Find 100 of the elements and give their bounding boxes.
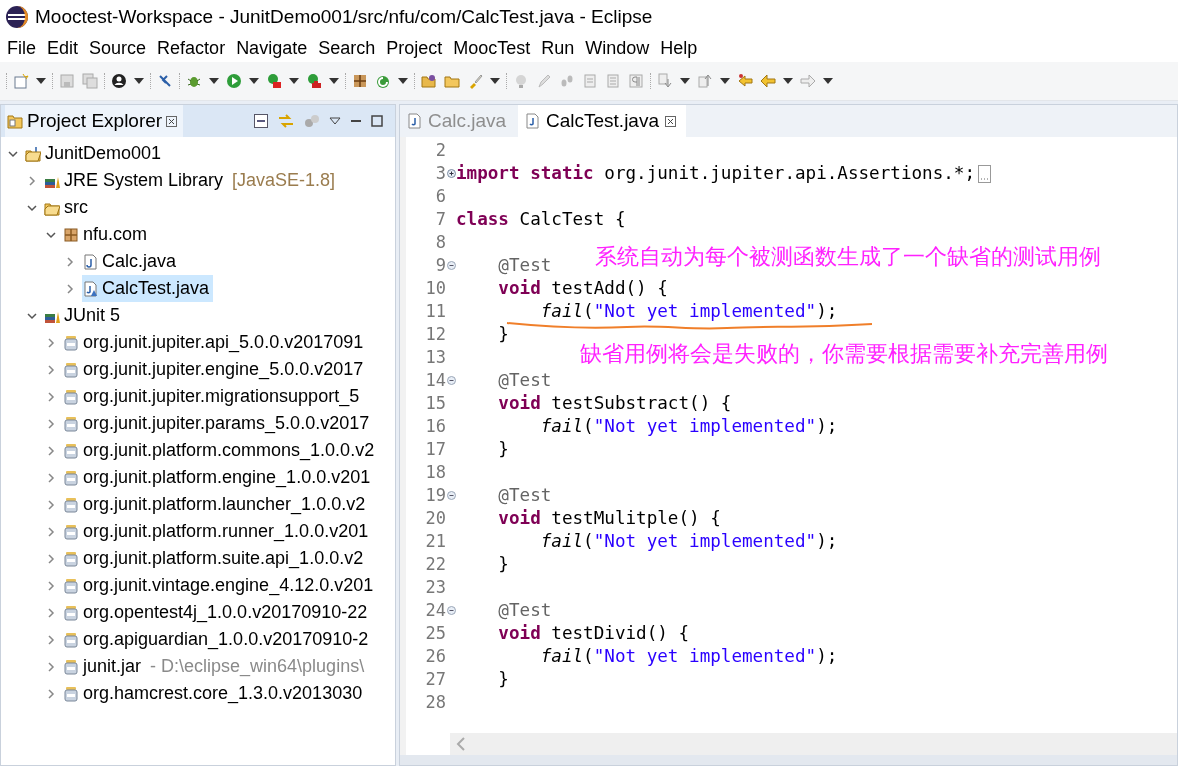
- tree-item[interactable]: org.junit.platform.commons_1.0.0.v2: [63, 437, 379, 464]
- chevron-right-icon[interactable]: [45, 498, 57, 511]
- tree-item[interactable]: JunitDemo001: [25, 140, 166, 167]
- tree-item[interactable]: nfu.com: [63, 221, 152, 248]
- collapse-all-icon[interactable]: [254, 114, 268, 128]
- close-icon[interactable]: [665, 115, 676, 127]
- menu-item[interactable]: Window: [585, 37, 661, 59]
- chevron-right-icon[interactable]: [45, 363, 57, 376]
- scroll-left-icon[interactable]: [456, 737, 466, 751]
- dropdown-caret-icon[interactable]: [36, 78, 46, 84]
- menu-item[interactable]: Source: [89, 37, 158, 59]
- dropdown-caret-icon[interactable]: [289, 78, 299, 84]
- tree-item[interactable]: org.junit.platform.launcher_1.0.0.v2: [63, 491, 370, 518]
- pen-icon[interactable]: [536, 73, 552, 89]
- person-icon[interactable]: [111, 73, 127, 89]
- close-icon[interactable]: [166, 115, 178, 127]
- dropdown-caret-icon[interactable]: [720, 78, 730, 84]
- refresh-icon[interactable]: [375, 73, 391, 89]
- back-arrow-icon[interactable]: [737, 73, 753, 89]
- chevron-right-icon[interactable]: [45, 444, 57, 457]
- maximize-icon[interactable]: [371, 115, 383, 127]
- run-icon[interactable]: [226, 73, 242, 89]
- chevron-right-icon[interactable]: [45, 417, 57, 430]
- chevron-right-icon[interactable]: [45, 336, 57, 349]
- tree-item[interactable]: org.junit.jupiter.migrationsupport_5: [63, 383, 364, 410]
- folded-block-icon[interactable]: [978, 164, 992, 183]
- chevron-right-icon[interactable]: [64, 282, 76, 295]
- lightbulb-icon[interactable]: [513, 73, 529, 89]
- run-external-icon[interactable]: [306, 73, 322, 89]
- dropdown-caret-icon[interactable]: [680, 78, 690, 84]
- chevron-right-icon[interactable]: [45, 525, 57, 538]
- tree-item[interactable]: org.junit.jupiter.params_5.0.0.v2017: [63, 410, 374, 437]
- horizontal-scrollbar[interactable]: [450, 733, 1177, 755]
- menu-item[interactable]: Project: [386, 37, 454, 59]
- open-folder-icon[interactable]: [421, 73, 437, 89]
- save-all-icon[interactable]: [82, 73, 98, 89]
- up-arrow-icon[interactable]: [697, 73, 713, 89]
- tree-item[interactable]: org.apiguardian_1.0.0.v20170910-2: [63, 626, 373, 653]
- menu-item[interactable]: MoocTest: [453, 37, 542, 59]
- tree-item[interactable]: org.hamcrest.core_1.3.0.v2013030: [63, 680, 367, 707]
- tree-item[interactable]: org.junit.jupiter.api_5.0.0.v2017091: [63, 329, 368, 356]
- tree-item[interactable]: CalcTest.java: [82, 275, 214, 302]
- folder-icon[interactable]: [444, 73, 460, 89]
- tree-item[interactable]: org.opentest4j_1.0.0.v20170910-22: [63, 599, 372, 626]
- pin-icon[interactable]: [157, 73, 173, 89]
- dropdown-caret-icon[interactable]: [329, 78, 339, 84]
- tree-item[interactable]: org.junit.jupiter.engine_5.0.0.v2017: [63, 356, 368, 383]
- chevron-right-icon[interactable]: [45, 606, 57, 619]
- chevron-right-icon[interactable]: [45, 633, 57, 646]
- down-arrow-icon[interactable]: [657, 73, 673, 89]
- chevron-right-icon[interactable]: [64, 255, 76, 268]
- new-file-icon[interactable]: [13, 73, 29, 89]
- chevron-right-icon[interactable]: [45, 579, 57, 592]
- filter-icon[interactable]: [304, 114, 320, 128]
- dropdown-caret-icon[interactable]: [398, 78, 408, 84]
- menu-item[interactable]: Navigate: [236, 37, 319, 59]
- line-number: 23: [425, 576, 446, 599]
- tree-item[interactable]: org.junit.platform.suite.api_1.0.0.v2: [63, 545, 368, 572]
- save-icon[interactable]: [59, 73, 75, 89]
- chevron-right-icon[interactable]: [45, 471, 57, 484]
- view-menu-icon[interactable]: [329, 117, 341, 125]
- menu-item[interactable]: Search: [318, 37, 387, 59]
- footprints-icon[interactable]: [559, 73, 575, 89]
- collapse-icon[interactable]: [447, 606, 456, 615]
- menu-item[interactable]: Refactor: [157, 37, 237, 59]
- chevron-right-icon[interactable]: [45, 687, 57, 700]
- collapse-icon[interactable]: [447, 261, 456, 270]
- menu-item[interactable]: File: [7, 37, 47, 59]
- chevron-right-icon[interactable]: [26, 174, 38, 187]
- menu-item[interactable]: Help: [660, 37, 709, 59]
- tree-item[interactable]: src: [44, 194, 92, 221]
- package-icon[interactable]: [352, 73, 368, 89]
- dropdown-caret-icon[interactable]: [249, 78, 259, 84]
- collapse-icon[interactable]: [447, 491, 456, 500]
- run-coverage-icon[interactable]: [266, 73, 282, 89]
- tree-item[interactable]: JRE System Library: [44, 167, 228, 194]
- link-icon[interactable]: [277, 113, 295, 129]
- tree-item[interactable]: org.junit.platform.runner_1.0.0.v201: [63, 518, 373, 545]
- dropdown-caret-icon[interactable]: [490, 78, 500, 84]
- tree-item[interactable]: org.junit.vintage.engine_4.12.0.v201: [63, 572, 378, 599]
- expand-icon[interactable]: [447, 169, 456, 178]
- chevron-right-icon[interactable]: [45, 552, 57, 565]
- tree-item[interactable]: org.junit.platform.engine_1.0.0.v201: [63, 464, 375, 491]
- left-arrow-icon[interactable]: [760, 73, 776, 89]
- chevron-right-icon[interactable]: [45, 390, 57, 403]
- menu-item[interactable]: Edit: [47, 37, 90, 59]
- dropdown-caret-icon[interactable]: [823, 78, 833, 84]
- menu-item[interactable]: Run: [541, 37, 586, 59]
- dropdown-caret-icon[interactable]: [134, 78, 144, 84]
- editor-tab[interactable]: CalcTest.java: [518, 105, 686, 137]
- paragraph-icon[interactable]: [628, 73, 644, 89]
- tree-item[interactable]: JUnit 5: [44, 302, 125, 329]
- collapse-icon[interactable]: [447, 376, 456, 385]
- view-tab[interactable]: Project Explorer: [5, 105, 184, 137]
- tree-item[interactable]: junit.jar: [63, 653, 146, 680]
- dropdown-caret-icon[interactable]: [783, 78, 793, 84]
- dropdown-caret-icon[interactable]: [209, 78, 219, 84]
- right-arrow-icon[interactable]: [800, 73, 816, 89]
- tree-item[interactable]: Calc.java: [82, 248, 181, 275]
- chevron-right-icon[interactable]: [45, 660, 57, 673]
